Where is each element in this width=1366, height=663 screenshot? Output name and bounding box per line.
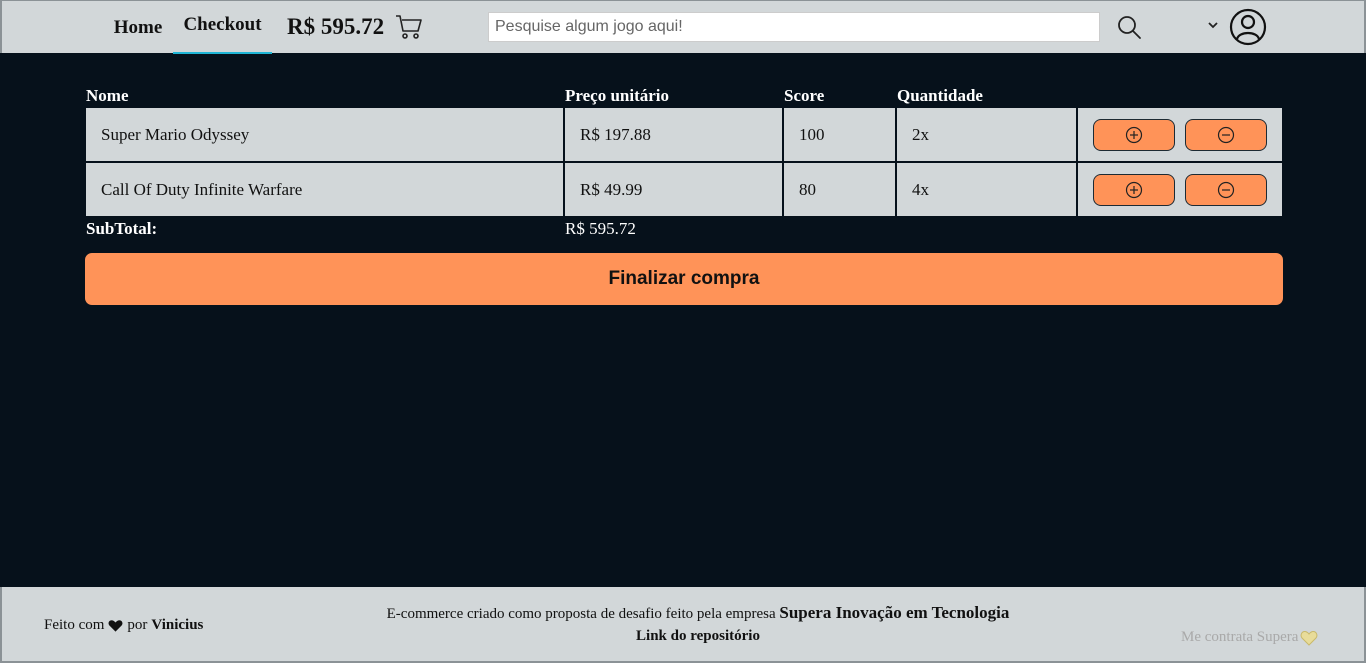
decrease-quantity-button[interactable]: [1185, 118, 1267, 151]
chevron-down-icon[interactable]: [1207, 20, 1219, 30]
item-name: Super Mario Odyssey: [86, 108, 565, 161]
item-score: 100: [784, 108, 897, 161]
nav-home-link[interactable]: Home: [106, 1, 170, 54]
finalize-purchase-button[interactable]: Finalizar compra: [85, 253, 1283, 305]
minus-circle-icon: [1217, 181, 1235, 198]
user-icon[interactable]: [1229, 8, 1267, 46]
increase-quantity-button[interactable]: [1093, 173, 1175, 206]
plus-circle-icon: [1125, 181, 1143, 198]
cart-total: R$ 595.72: [287, 14, 385, 39]
footer: Feito com por Vinicius E-commerce criado…: [0, 587, 1366, 663]
search-input[interactable]: [488, 12, 1100, 42]
item-quantity: 2x: [897, 108, 1078, 161]
item-name: Call Of Duty Infinite Warfare: [86, 163, 565, 216]
subtotal-label: SubTotal:: [86, 219, 158, 238]
item-actions: [1078, 163, 1282, 216]
column-header-quantity: Quantidade: [897, 86, 983, 105]
decrease-quantity-button[interactable]: [1185, 173, 1267, 206]
cart-row: Super Mario Odyssey R$ 197.88 100 2x: [86, 108, 1282, 161]
search-icon[interactable]: [1117, 15, 1142, 40]
made-with-credit: Feito com por Vinicius: [44, 617, 203, 634]
cart-row: Call Of Duty Infinite Warfare R$ 49.99 8…: [86, 163, 1282, 216]
made-with-by: por: [127, 617, 148, 633]
checkout-page: Nome Preço unitário Score Quantidade Sup…: [0, 53, 1366, 587]
plus-circle-icon: [1125, 126, 1143, 143]
subtotal-value: R$ 595.72: [565, 219, 636, 238]
column-header-score: Score: [784, 86, 825, 105]
column-header-name: Nome: [86, 86, 129, 105]
column-header-unit-price: Preço unitário: [565, 86, 670, 105]
item-quantity: 4x: [897, 163, 1078, 216]
hire-me-label: Me contrata Supera: [1181, 629, 1299, 645]
company-name: Supera Inovação em Tecnologia: [779, 603, 1010, 622]
minus-circle-icon: [1217, 126, 1235, 143]
top-navbar: Home Checkout R$ 595.72: [0, 0, 1366, 54]
increase-quantity-button[interactable]: [1093, 118, 1175, 151]
hire-me-text: Me contrata Supera: [1181, 629, 1318, 646]
nav-checkout-link[interactable]: Checkout: [173, 1, 272, 54]
footer-description: E-commerce criado como proposta de desaf…: [358, 603, 1038, 645]
item-unit-price: R$ 49.99: [565, 163, 784, 216]
repository-link[interactable]: Link do repositório: [636, 628, 760, 645]
footer-description-text: E-commerce criado como proposta de desaf…: [386, 606, 776, 622]
item-actions: [1078, 108, 1282, 161]
item-unit-price: R$ 197.88: [565, 108, 784, 161]
author-name: Vinicius: [151, 617, 204, 633]
yellow-heart-icon: [1301, 630, 1318, 646]
item-score: 80: [784, 163, 897, 216]
cart-icon[interactable]: [395, 14, 422, 40]
heart-icon: [108, 619, 123, 632]
made-with-prefix: Feito com: [44, 617, 105, 633]
